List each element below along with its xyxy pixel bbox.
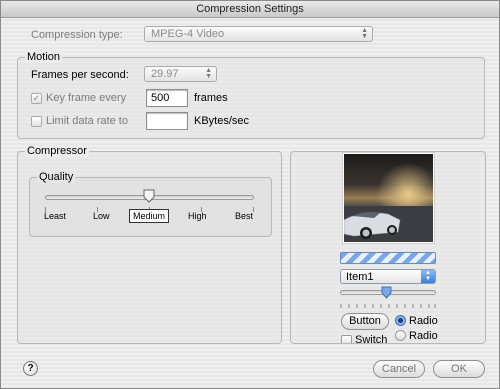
preview-button[interactable]: Button bbox=[341, 313, 389, 330]
radio-selected[interactable] bbox=[395, 315, 406, 326]
radio-1-label: Radio bbox=[409, 315, 438, 327]
preview-panel: Item1 ▲ ▼ Button Radio Radio Switch bbox=[290, 151, 486, 344]
limit-rate-input[interactable] bbox=[146, 112, 188, 130]
switch-label: Switch bbox=[355, 334, 388, 344]
fps-popup[interactable]: 29.97 ▲ ▼ bbox=[144, 66, 217, 82]
ok-button[interactable]: OK bbox=[433, 360, 485, 378]
item-popup-value: Item1 bbox=[346, 271, 374, 283]
tick-label-medium: Medium bbox=[129, 209, 170, 223]
updown-arrows-icon: ▲ ▼ bbox=[421, 270, 435, 283]
fps-value: 29.97 bbox=[151, 68, 179, 80]
radio-unselected[interactable] bbox=[395, 330, 406, 341]
quality-slider-thumb[interactable] bbox=[143, 189, 155, 203]
preview-slider-thumb[interactable] bbox=[381, 286, 392, 299]
limit-rate-unit: KBytes/sec bbox=[194, 115, 250, 127]
preview-slider-ticks bbox=[340, 300, 436, 308]
window-title: Compression Settings bbox=[1, 1, 499, 18]
tick-label-high: High bbox=[188, 211, 207, 221]
help-icon: ? bbox=[27, 363, 34, 374]
keyframe-unit: frames bbox=[194, 92, 228, 104]
item-popup[interactable]: Item1 ▲ ▼ bbox=[340, 269, 436, 284]
compression-type-popup[interactable]: MPEG-4 Video ▲ ▼ bbox=[144, 26, 373, 42]
radio-2-label: Radio bbox=[409, 330, 438, 342]
quality-tick-labels: Least Low Medium High Best bbox=[31, 209, 271, 225]
tick-label-best: Best bbox=[235, 211, 254, 221]
limit-rate-label: Limit data rate to bbox=[46, 115, 128, 127]
preview-car-image bbox=[344, 154, 433, 242]
limit-rate-checkbox[interactable] bbox=[31, 116, 42, 127]
motion-group-title: Motion bbox=[25, 51, 63, 63]
compression-type-value: MPEG-4 Video bbox=[151, 28, 225, 40]
help-button[interactable]: ? bbox=[23, 361, 38, 376]
tick-label-least: Least bbox=[44, 211, 67, 221]
progress-bar bbox=[340, 252, 436, 264]
quality-group-title: Quality bbox=[37, 171, 76, 183]
updown-arrows-icon: ▲ ▼ bbox=[361, 27, 368, 40]
keyframe-input[interactable]: 500 bbox=[146, 89, 188, 107]
fps-label: Frames per second: bbox=[31, 69, 129, 81]
updown-arrows-icon: ▲ ▼ bbox=[205, 67, 212, 80]
compression-settings-window: Compression Settings Compression type: M… bbox=[0, 0, 500, 389]
tick-label-low: Low bbox=[93, 211, 110, 221]
preview-image-frame bbox=[342, 152, 435, 244]
keyframe-checkbox[interactable]: ✓ bbox=[31, 93, 42, 104]
compression-type-label: Compression type: bbox=[31, 29, 123, 41]
cancel-button[interactable]: Cancel bbox=[373, 360, 425, 378]
compressor-group-title: Compressor bbox=[25, 145, 89, 157]
switch-checkbox[interactable] bbox=[341, 335, 352, 343]
keyframe-label: Key frame every bbox=[46, 92, 127, 104]
